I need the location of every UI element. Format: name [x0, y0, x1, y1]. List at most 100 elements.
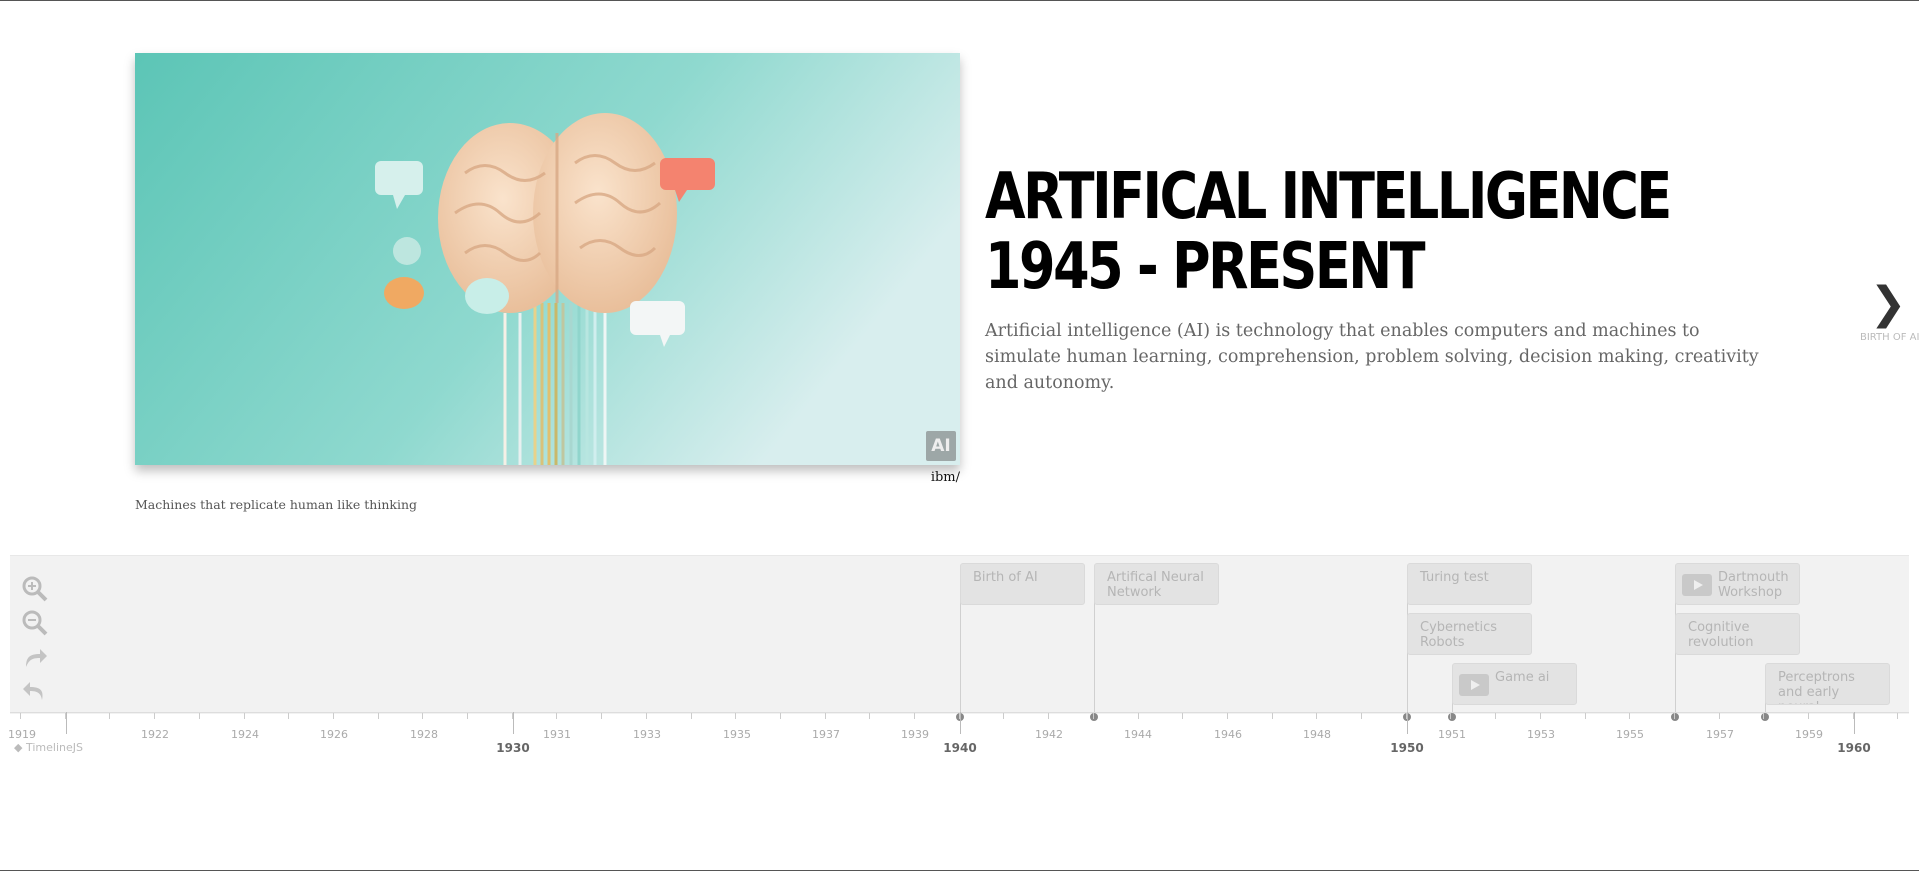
major-tick-label: 1950: [1390, 741, 1424, 755]
marker-title: Cybernetics Robots: [1420, 620, 1498, 650]
marker-title: Cognitive revolution: [1688, 620, 1754, 650]
tick-label: 1944: [1124, 728, 1152, 741]
forward-icon[interactable]: [20, 643, 50, 673]
tick-label: 1939: [901, 728, 929, 741]
video-icon: [1682, 574, 1712, 596]
tick-label: 1953: [1527, 728, 1555, 741]
tick-label: 1926: [320, 728, 348, 741]
axis-tick: [1093, 713, 1094, 719]
tick-label: 1959: [1795, 728, 1823, 741]
zoom-out-icon[interactable]: [20, 608, 50, 638]
zoom-in-icon[interactable]: [20, 574, 50, 604]
marker-title: Artifical Neural Network: [1107, 570, 1204, 600]
axis-tick: [154, 713, 155, 719]
axis-tick: [467, 713, 468, 719]
next-slide-label: BIRTH OF AI: [1860, 332, 1919, 343]
timelinejs-brand[interactable]: ◆ TimelineJS: [14, 741, 83, 754]
brand-label: TimelineJS: [25, 741, 83, 754]
axis-tick: [378, 713, 379, 719]
axis-tick: [1003, 713, 1004, 719]
ai-badge: AI: [926, 431, 956, 461]
timeline-marker[interactable]: Birth of AI: [960, 563, 1085, 605]
axis-tick: [735, 713, 736, 719]
next-slide-button[interactable]: ❯ BIRTH OF AI: [1860, 278, 1919, 344]
axis-tick: [1719, 713, 1720, 719]
axis-tick: [914, 713, 915, 719]
axis-tick: [1629, 713, 1630, 719]
axis-tick: [1048, 713, 1049, 719]
axis-tick: [333, 713, 334, 719]
chevron-right-icon: ❯: [1869, 278, 1907, 329]
back-icon[interactable]: [20, 676, 50, 706]
tick-label: 1931: [543, 728, 571, 741]
tick-label: 1955: [1616, 728, 1644, 741]
axis-tick: [422, 713, 423, 719]
tick-label: 1942: [1035, 728, 1063, 741]
axis-tick: [1540, 713, 1541, 719]
axis-tick: [869, 713, 870, 719]
marker-stem: [960, 597, 961, 712]
axis-tick: [556, 713, 557, 719]
axis-tick: [780, 713, 781, 719]
marker-title: Birth of AI: [973, 570, 1038, 585]
tick-label: 1957: [1706, 728, 1734, 741]
axis-tick: [1361, 713, 1362, 719]
timeline-marker[interactable]: Cybernetics Robots: [1407, 613, 1532, 655]
axis-tick: [825, 713, 826, 719]
axis-tick: [1316, 713, 1317, 719]
major-tick-label: 1960: [1837, 741, 1871, 755]
axis-tick: [1182, 713, 1183, 719]
tick-label: 1922: [141, 728, 169, 741]
headline-line-1: ARTIFICAL INTELLIGENCE: [985, 160, 1672, 234]
axis-tick: [646, 713, 647, 719]
major-tick-label: 1930: [496, 741, 530, 755]
marker-title: Dartmouth Workshop: [1718, 570, 1789, 600]
axis-tick: [244, 713, 245, 719]
media-caption: Machines that replicate human like think…: [135, 497, 417, 512]
slide-image: AI: [135, 53, 960, 465]
slide-body: Artificial intelligence (AI) is technolo…: [985, 321, 1759, 393]
axis-tick: [1585, 713, 1586, 719]
axis-major-tick: [66, 712, 67, 734]
marker-stem: [1094, 597, 1095, 712]
axis-tick: [1763, 713, 1764, 719]
video-icon: [1459, 674, 1489, 696]
marker-title: Game ai: [1495, 670, 1550, 685]
tick-label: 1919: [8, 728, 36, 741]
axis-major-tick: [513, 712, 514, 734]
axis-tick: [1227, 713, 1228, 719]
axis-major-tick: [960, 712, 961, 734]
timeline-marker[interactable]: Cognitive revolution: [1675, 613, 1800, 655]
axis-tick: [109, 713, 110, 719]
tick-label: 1946: [1214, 728, 1242, 741]
timeline-marker[interactable]: Turing test: [1407, 563, 1532, 605]
axis-tick: [1495, 713, 1496, 719]
media-credit: ibm/: [930, 470, 960, 485]
tick-label: 1935: [723, 728, 751, 741]
axis-major-tick: [1407, 712, 1408, 734]
axis-tick: [691, 713, 692, 719]
tick-label: 1928: [410, 728, 438, 741]
timeline-marker[interactable]: Game ai: [1452, 663, 1577, 705]
tick-label: 1937: [812, 728, 840, 741]
marker-title: Turing test: [1420, 570, 1489, 585]
tick-label: 1933: [633, 728, 661, 741]
axis-tick: [1897, 713, 1898, 719]
event-dot: [1671, 713, 1679, 721]
major-tick-label: 1940: [943, 741, 977, 755]
headline-line-2: 1945 - PRESENT: [985, 230, 1425, 304]
top-border: [0, 0, 1919, 1]
axis-tick: [288, 713, 289, 719]
axis-tick: [199, 713, 200, 719]
axis-tick: [1450, 713, 1451, 719]
timeline-marker[interactable]: Artifical Neural Network: [1094, 563, 1219, 605]
timeline-marker[interactable]: Dartmouth Workshop: [1675, 563, 1800, 605]
axis-tick: [20, 713, 21, 719]
marker-title: Perceptrons and early neural...: [1778, 670, 1855, 704]
axis-tick: [1808, 713, 1809, 719]
axis-major-tick: [1854, 712, 1855, 734]
timeline-marker[interactable]: Perceptrons and early neural...: [1765, 663, 1890, 705]
axis-tick: [1674, 713, 1675, 719]
tick-label: 1951: [1438, 728, 1466, 741]
brain-illustration: [135, 53, 960, 465]
